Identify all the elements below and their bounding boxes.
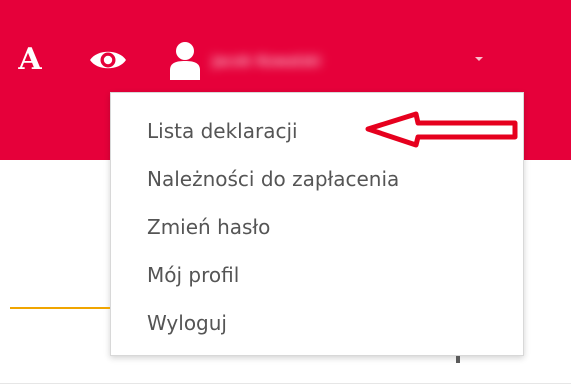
annotation-arrow — [365, 111, 518, 148]
caret-down-icon — [475, 57, 483, 61]
menu-item-lista-deklaracji[interactable]: Lista deklaracji — [147, 113, 298, 149]
menu-item-moj-profil[interactable]: Mój profil — [147, 257, 239, 293]
user-icon — [170, 42, 200, 80]
scroll-indicator — [456, 356, 460, 363]
section-underline — [10, 307, 110, 309]
user-name: Jacek Kowalski — [212, 52, 322, 70]
menu-item-wyloguj[interactable]: Wyloguj — [147, 305, 227, 341]
page: A Jacek Kowalski Lista deklaracji Należn… — [0, 0, 571, 385]
contrast-button[interactable] — [88, 44, 128, 76]
divider — [0, 383, 571, 384]
font-size-button[interactable]: A — [14, 40, 46, 80]
user-menu-trigger[interactable]: Jacek Kowalski — [168, 36, 498, 86]
menu-item-naleznosci[interactable]: Należności do zapłacenia — [147, 161, 399, 197]
menu-item-zmien-haslo[interactable]: Zmień hasło — [147, 209, 270, 245]
eye-icon — [90, 51, 126, 69]
